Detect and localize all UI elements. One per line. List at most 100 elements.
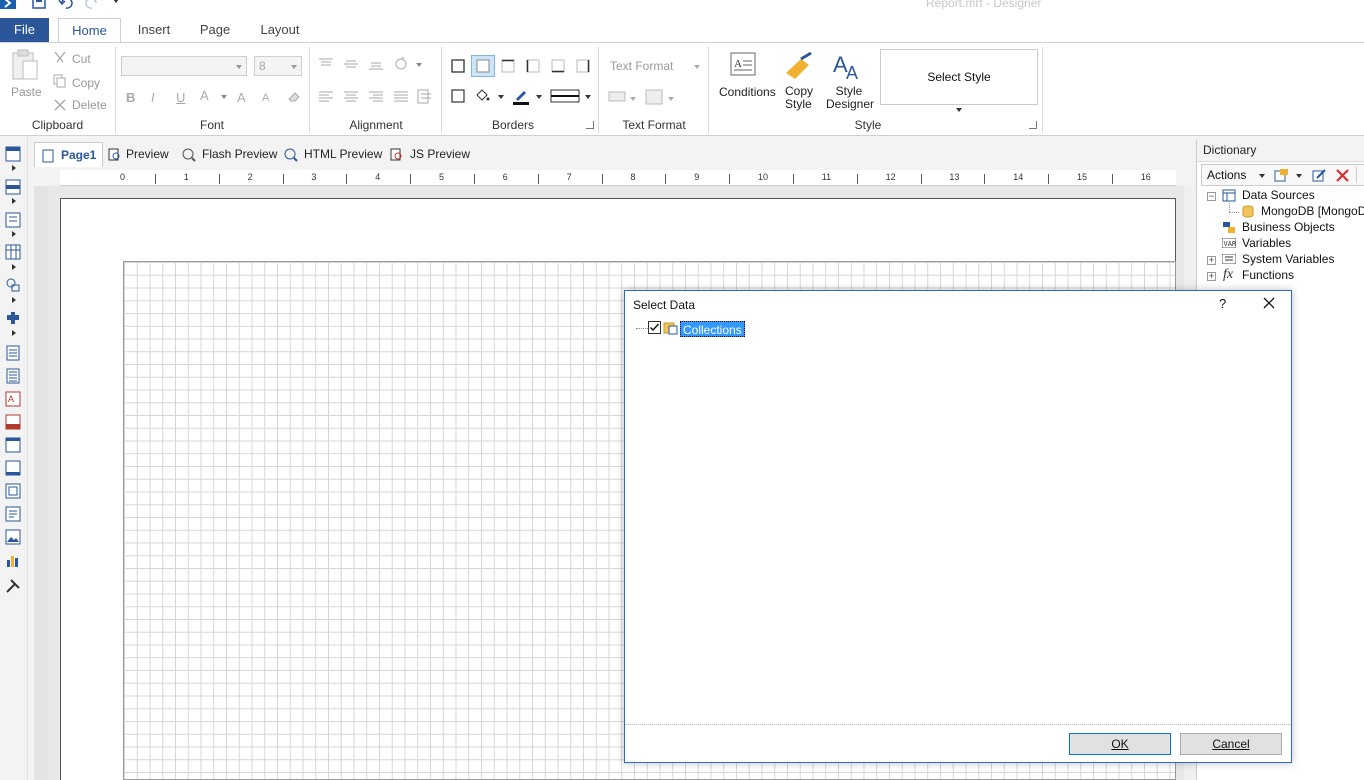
- align-left-icon[interactable]: [318, 90, 334, 104]
- eraser-icon[interactable]: [287, 91, 301, 103]
- font-family-combo[interactable]: [121, 56, 247, 76]
- align-middle-icon[interactable]: [343, 57, 359, 71]
- border-right-icon[interactable]: [576, 59, 590, 73]
- checkbox-collections[interactable]: [648, 321, 661, 334]
- chevron-down-icon[interactable]: [1296, 174, 1302, 178]
- border-outline-icon[interactable]: [451, 89, 465, 103]
- italic-button[interactable]: I: [151, 90, 155, 105]
- chevron-down-icon[interactable]: [694, 65, 700, 69]
- undo-icon[interactable]: [58, 0, 74, 11]
- copy-style-icon[interactable]: [783, 51, 815, 81]
- help-button[interactable]: ?: [1219, 296, 1226, 311]
- border-style-icon[interactable]: [550, 89, 580, 103]
- label-icon[interactable]: [5, 414, 21, 430]
- conditions-icon[interactable]: A: [729, 51, 759, 81]
- tree-system-variables[interactable]: System Variables: [1242, 252, 1334, 266]
- bold-button[interactable]: B: [126, 90, 135, 105]
- style-dialog-launcher[interactable]: [1029, 121, 1037, 129]
- tab-page1[interactable]: Page1: [34, 142, 104, 167]
- percent-icon[interactable]: [645, 89, 663, 105]
- tab-layout[interactable]: Layout: [254, 18, 306, 43]
- expand-arrow-icon[interactable]: [12, 198, 16, 204]
- expand-system-variables-icon[interactable]: +: [1207, 256, 1216, 265]
- tab-flash-preview[interactable]: Flash Preview: [182, 142, 277, 167]
- edit-icon[interactable]: [1312, 168, 1327, 183]
- chevron-down-icon[interactable]: [668, 97, 674, 101]
- word-wrap-icon[interactable]: [417, 89, 433, 105]
- tree-business-objects[interactable]: Business Objects: [1242, 220, 1335, 234]
- conditions-button[interactable]: Conditions: [719, 85, 776, 99]
- components-icon[interactable]: [5, 310, 21, 326]
- shape-icon[interactable]: [5, 277, 21, 293]
- paste-button[interactable]: Paste: [11, 85, 42, 99]
- chart-icon[interactable]: [5, 552, 21, 568]
- clone-icon[interactable]: [5, 460, 21, 476]
- close-icon[interactable]: [1261, 295, 1277, 311]
- delete-icon[interactable]: [1335, 168, 1350, 183]
- copy-style-button[interactable]: Copy Style: [785, 85, 813, 111]
- redo-icon[interactable]: [84, 0, 100, 11]
- align-top-icon[interactable]: [318, 57, 334, 71]
- file-tab[interactable]: File: [0, 18, 49, 42]
- border-left-icon[interactable]: [526, 59, 540, 73]
- new-item-icon[interactable]: [1274, 168, 1290, 183]
- borders-dialog-launcher[interactable]: [586, 121, 594, 129]
- text-box-icon[interactable]: A: [5, 391, 21, 407]
- image-icon[interactable]: [5, 529, 21, 545]
- chevron-down-icon[interactable]: [416, 63, 422, 67]
- tab-js-preview[interactable]: JS Preview: [390, 142, 470, 167]
- chevron-down-icon[interactable]: [956, 108, 962, 112]
- rotate-icon[interactable]: [393, 56, 409, 72]
- rich-text-icon[interactable]: [5, 368, 21, 384]
- cancel-button[interactable]: Cancel: [1180, 733, 1282, 755]
- ok-button[interactable]: OK: [1069, 733, 1171, 755]
- border-all-icon[interactable]: [451, 59, 465, 73]
- collapse-data-sources-icon[interactable]: −: [1207, 192, 1216, 201]
- font-color-button[interactable]: A: [200, 88, 209, 103]
- cut-button[interactable]: Cut: [72, 52, 91, 66]
- justify-icon[interactable]: [393, 90, 409, 104]
- expand-functions-icon[interactable]: +: [1207, 272, 1216, 281]
- expand-arrow-icon[interactable]: [12, 330, 16, 336]
- expand-arrow-icon[interactable]: [12, 297, 16, 303]
- border-color-icon[interactable]: [512, 87, 530, 105]
- font-size-combo[interactable]: 8: [254, 56, 302, 76]
- cut-icon[interactable]: [53, 51, 67, 65]
- copy-icon[interactable]: [53, 74, 67, 88]
- border-top-icon[interactable]: [501, 59, 515, 73]
- tab-insert[interactable]: Insert: [130, 18, 178, 43]
- align-center-icon[interactable]: [343, 90, 359, 104]
- text-format-combo[interactable]: Text Format: [610, 59, 673, 73]
- quick-access-dropdown-icon[interactable]: [112, 0, 120, 6]
- table-icon[interactable]: [5, 244, 21, 260]
- tab-page[interactable]: Page: [192, 18, 238, 43]
- group-band-icon[interactable]: [5, 179, 21, 195]
- expand-arrow-icon[interactable]: [12, 231, 16, 237]
- tab-home[interactable]: Home: [58, 18, 121, 43]
- barcode-text-icon[interactable]: [5, 506, 21, 522]
- text-icon[interactable]: [5, 345, 21, 361]
- sub-report-icon[interactable]: [5, 483, 21, 499]
- align-bottom-icon[interactable]: [368, 57, 384, 71]
- copy-button[interactable]: Copy: [72, 76, 100, 90]
- save-icon[interactable]: [32, 0, 46, 11]
- currency-icon[interactable]: [608, 90, 626, 104]
- tree-data-sources[interactable]: Data Sources: [1242, 188, 1315, 202]
- delete-icon[interactable]: [53, 98, 67, 112]
- style-designer-button[interactable]: Style Designer: [826, 85, 874, 111]
- border-bottom-icon[interactable]: [551, 59, 565, 73]
- grow-font-button[interactable]: A: [237, 90, 246, 105]
- chevron-down-icon[interactable]: [630, 97, 636, 101]
- align-right-icon[interactable]: [368, 90, 384, 104]
- cross-band-icon[interactable]: [5, 212, 21, 228]
- underline-button[interactable]: U: [176, 90, 185, 105]
- fill-color-icon[interactable]: [474, 87, 490, 103]
- select-style-gallery[interactable]: Select Style: [880, 49, 1038, 112]
- chevron-down-icon[interactable]: [585, 95, 591, 99]
- tab-html-preview[interactable]: HTML Preview: [284, 142, 382, 167]
- style-designer-icon[interactable]: A A: [833, 50, 863, 82]
- tab-preview[interactable]: Preview: [106, 142, 169, 167]
- paste-icon[interactable]: [10, 49, 40, 81]
- chevron-down-icon[interactable]: [221, 95, 227, 99]
- expand-arrow-icon[interactable]: [12, 165, 16, 171]
